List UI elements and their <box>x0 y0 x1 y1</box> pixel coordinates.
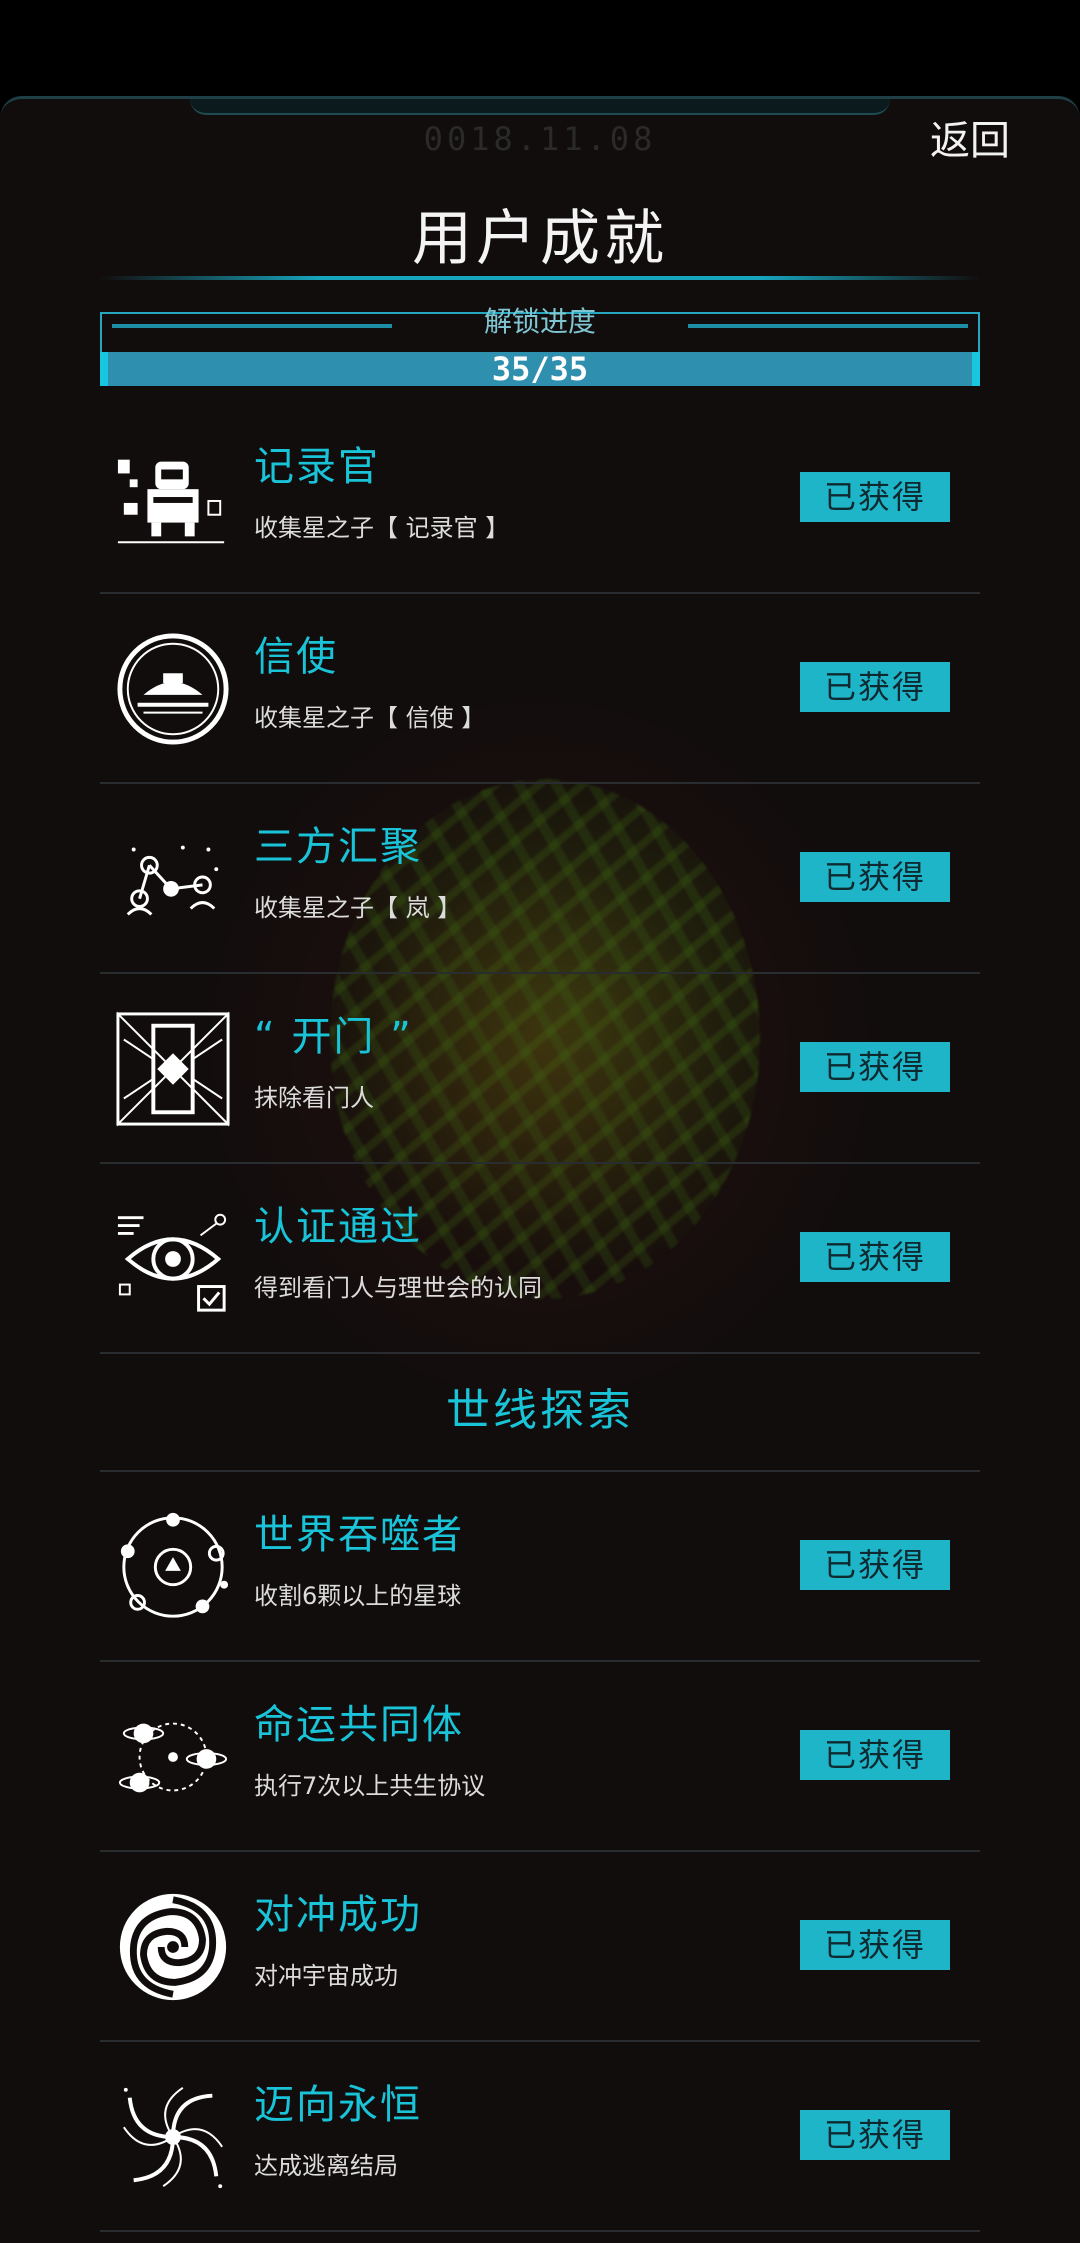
achievement-name: 迈向永恒 <box>254 2082 422 2128</box>
achievement-row: 记录官 收集星之子【 记录官 】 已获得 <box>100 404 980 594</box>
achievement-row: 信使 收集星之子【 信使 】 已获得 <box>100 594 980 784</box>
obtained-button[interactable]: 已获得 <box>800 1042 950 1092</box>
achievement-name: 记录官 <box>254 444 380 490</box>
obtained-button[interactable]: 已获得 <box>800 662 950 712</box>
open-gate-icon <box>114 1010 232 1128</box>
verified-eye-icon <box>114 1200 232 1318</box>
messenger-ship-icon <box>114 630 232 748</box>
obtained-button[interactable]: 已获得 <box>800 852 950 902</box>
back-button[interactable]: 返回 <box>930 108 1010 166</box>
achievement-desc: 收集星之子【 信使 】 <box>254 704 486 732</box>
section-heading: 世线探索 <box>100 1354 980 1472</box>
world-devourer-icon <box>114 1508 232 1626</box>
achievement-desc: 收集星之子【 岚 】 <box>254 894 462 922</box>
progress-label: 解锁进度 <box>483 305 596 338</box>
vortex-icon <box>114 1888 232 2006</box>
achievement-desc: 执行7次以上共生协议 <box>254 1772 486 1800</box>
obtained-button[interactable]: 已获得 <box>800 2110 950 2160</box>
achievement-row: 世界吞噬者 收割6颗以上的星球 已获得 <box>100 1472 980 1662</box>
panel-notch <box>190 99 890 115</box>
obtained-button[interactable]: 已获得 <box>800 1920 950 1970</box>
achievement-row: 迈向永恒 达成逃离结局 已获得 <box>100 2042 980 2232</box>
three-party-network-icon <box>114 820 232 938</box>
achievement-desc: 收集星之子【 记录官 】 <box>254 514 510 542</box>
page-title: 用户成就 <box>412 204 668 274</box>
achievement-row: 命运共同体 执行7次以上共生协议 已获得 <box>100 1662 980 1852</box>
progress-count: 35/35 <box>491 350 589 388</box>
date-watermark: 0018.11.08 <box>423 120 657 158</box>
achievement-name: 世界吞噬者 <box>254 1512 464 1558</box>
shared-destiny-icon <box>114 1698 232 1816</box>
achievement-desc: 得到看门人与理世会的认同 <box>254 1274 542 1302</box>
achievement-desc: 抹除看门人 <box>254 1084 374 1112</box>
achievement-desc: 对冲宇宙成功 <box>254 1962 398 1990</box>
title-divider <box>100 276 980 280</box>
swirl-galaxy-icon <box>114 2078 232 2196</box>
obtained-button[interactable]: 已获得 <box>800 472 950 522</box>
obtained-button[interactable]: 已获得 <box>800 1232 950 1282</box>
achievement-name: 对冲成功 <box>254 1892 422 1938</box>
achievement-row: 对冲成功 对冲宇宙成功 已获得 <box>100 1852 980 2042</box>
achievement-name: “ 开门 ” <box>254 1014 413 1060</box>
achievement-row: 认证通过 得到看门人与理世会的认同 已获得 <box>100 1164 980 1354</box>
obtained-button[interactable]: 已获得 <box>800 1540 950 1590</box>
achievement-list: 记录官 收集星之子【 记录官 】 已获得 信使 收集星之子【 信使 】 已获得 <box>100 404 980 2232</box>
achievement-name: 三方汇聚 <box>254 824 422 870</box>
unlock-progress: 解锁进度 35/35 <box>100 305 980 388</box>
achievement-desc: 达成逃离结局 <box>254 2152 398 2180</box>
achievement-name: 信使 <box>254 634 338 680</box>
achievement-row: “ 开门 ” 抹除看门人 已获得 <box>100 974 980 1164</box>
achievement-name: 命运共同体 <box>254 1702 464 1748</box>
obtained-button[interactable]: 已获得 <box>800 1730 950 1780</box>
recorder-robot-icon <box>114 440 232 558</box>
achievement-row: 三方汇聚 收集星之子【 岚 】 已获得 <box>100 784 980 974</box>
achievement-name: 认证通过 <box>254 1204 422 1250</box>
achievement-desc: 收割6颗以上的星球 <box>254 1582 462 1610</box>
